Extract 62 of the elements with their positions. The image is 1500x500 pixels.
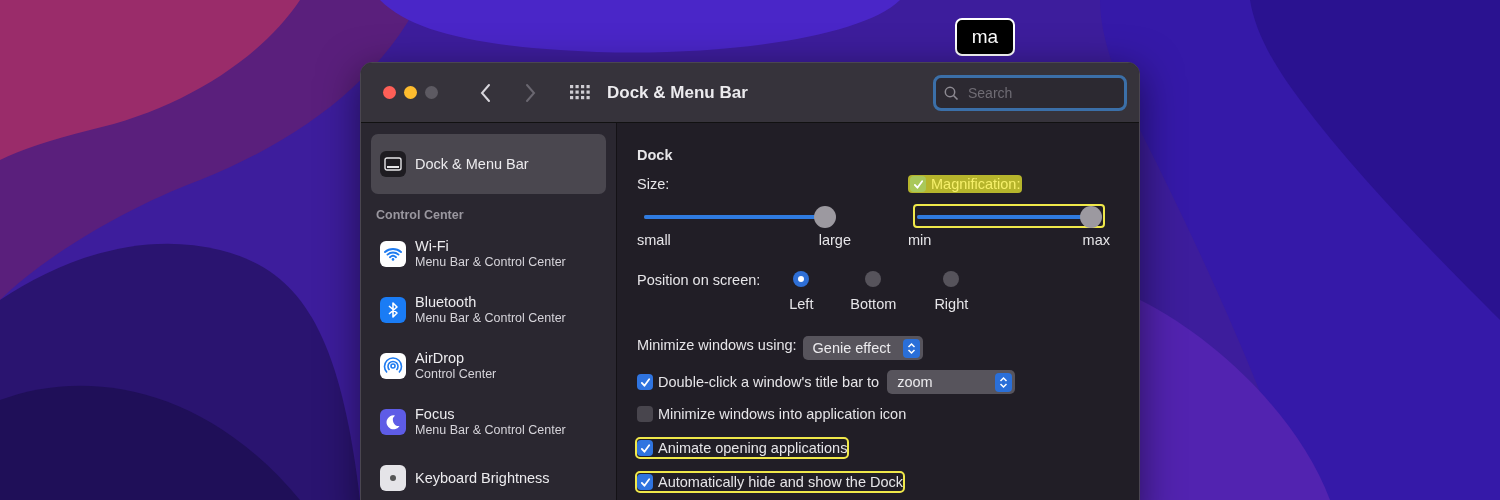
item-subtitle: Menu Bar & Control Center	[415, 423, 566, 438]
bluetooth-icon	[380, 297, 406, 323]
checkmark-icon	[639, 476, 651, 488]
checkbox-label: Double-click a window's title bar to	[658, 373, 880, 391]
typed-keys-overlay: ma	[955, 18, 1015, 56]
item-subtitle: Menu Bar & Control Center	[415, 255, 566, 270]
grid-icon[interactable]	[570, 84, 591, 101]
checkmark-icon	[639, 376, 651, 388]
moon-icon	[380, 409, 406, 435]
item-title: Focus	[415, 406, 456, 423]
effect-dropdown[interactable]: Genie effect	[802, 336, 923, 360]
slider-thumb[interactable]	[1080, 206, 1102, 228]
stepper-icon	[906, 341, 916, 355]
checkbox-label: Automatically hide and show the Dock	[658, 473, 904, 491]
radio-option[interactable]: Bottom	[834, 271, 913, 312]
radio-option[interactable]: Right	[912, 271, 991, 312]
airdrop-icon	[380, 353, 406, 379]
sidebar-item[interactable]: AirDrop Control Center	[371, 338, 606, 394]
dock-icon	[380, 151, 406, 177]
search-icon	[944, 85, 959, 101]
item-title: Keyboard Brightness	[415, 469, 550, 487]
sidebar-item[interactable]: Keyboard Brightness	[371, 450, 606, 500]
section-title: Dock	[637, 147, 674, 163]
slider-track[interactable]	[913, 204, 1105, 228]
stepper-icon	[999, 375, 1009, 389]
checkmark-icon	[912, 178, 924, 190]
item-title: Wi-Fi	[415, 238, 450, 255]
sidebar-item[interactable]: Bluetooth Menu Bar & Control Center	[371, 282, 606, 338]
checkbox-label: Animate opening applications	[658, 439, 848, 457]
search-field[interactable]: Search	[933, 74, 1127, 111]
checkbox[interactable]	[910, 176, 926, 192]
item-subtitle: Control Center	[415, 367, 497, 382]
checkmark-icon	[639, 442, 651, 454]
checkbox[interactable]	[637, 440, 653, 456]
sidebar-item[interactable]: Wi-Fi Menu Bar & Control Center	[371, 226, 606, 282]
checkbox[interactable]	[637, 374, 653, 390]
close-button[interactable]	[383, 86, 396, 99]
slider-max-label: large	[818, 231, 851, 249]
sidebar-item[interactable]: Focus Menu Bar & Control Center	[371, 394, 606, 450]
sidebar-item[interactable]: Dock & Menu Bar	[371, 134, 606, 194]
window-title: Dock & Menu Bar	[607, 82, 748, 103]
checkbox[interactable]	[637, 406, 653, 422]
section-header: Control Center	[376, 208, 465, 222]
checkbox-label: Minimize windows into application icon	[658, 405, 907, 423]
slider-min-label: small	[637, 231, 671, 249]
slider-max-label: max	[1082, 231, 1110, 249]
back-button[interactable]	[480, 82, 492, 103]
checkbox-label: Magnification:	[931, 175, 1021, 193]
size-label: Size:	[637, 175, 670, 193]
item-title: Bluetooth	[415, 294, 478, 311]
minimize-label: Minimize windows using:	[637, 336, 797, 354]
slider-thumb[interactable]	[813, 206, 836, 228]
position-label: Position on screen:	[637, 271, 761, 289]
minimize-button[interactable]	[404, 86, 417, 99]
action-dropdown[interactable]: zoom	[887, 370, 1016, 394]
item-subtitle: Menu Bar & Control Center	[415, 311, 566, 326]
slider-min-label: min	[908, 231, 932, 249]
radio-option[interactable]: Left	[768, 271, 835, 312]
checkbox[interactable]	[637, 474, 653, 490]
item-title: AirDrop	[415, 350, 466, 367]
wifi-icon	[380, 241, 406, 267]
brightness-icon	[380, 465, 406, 491]
